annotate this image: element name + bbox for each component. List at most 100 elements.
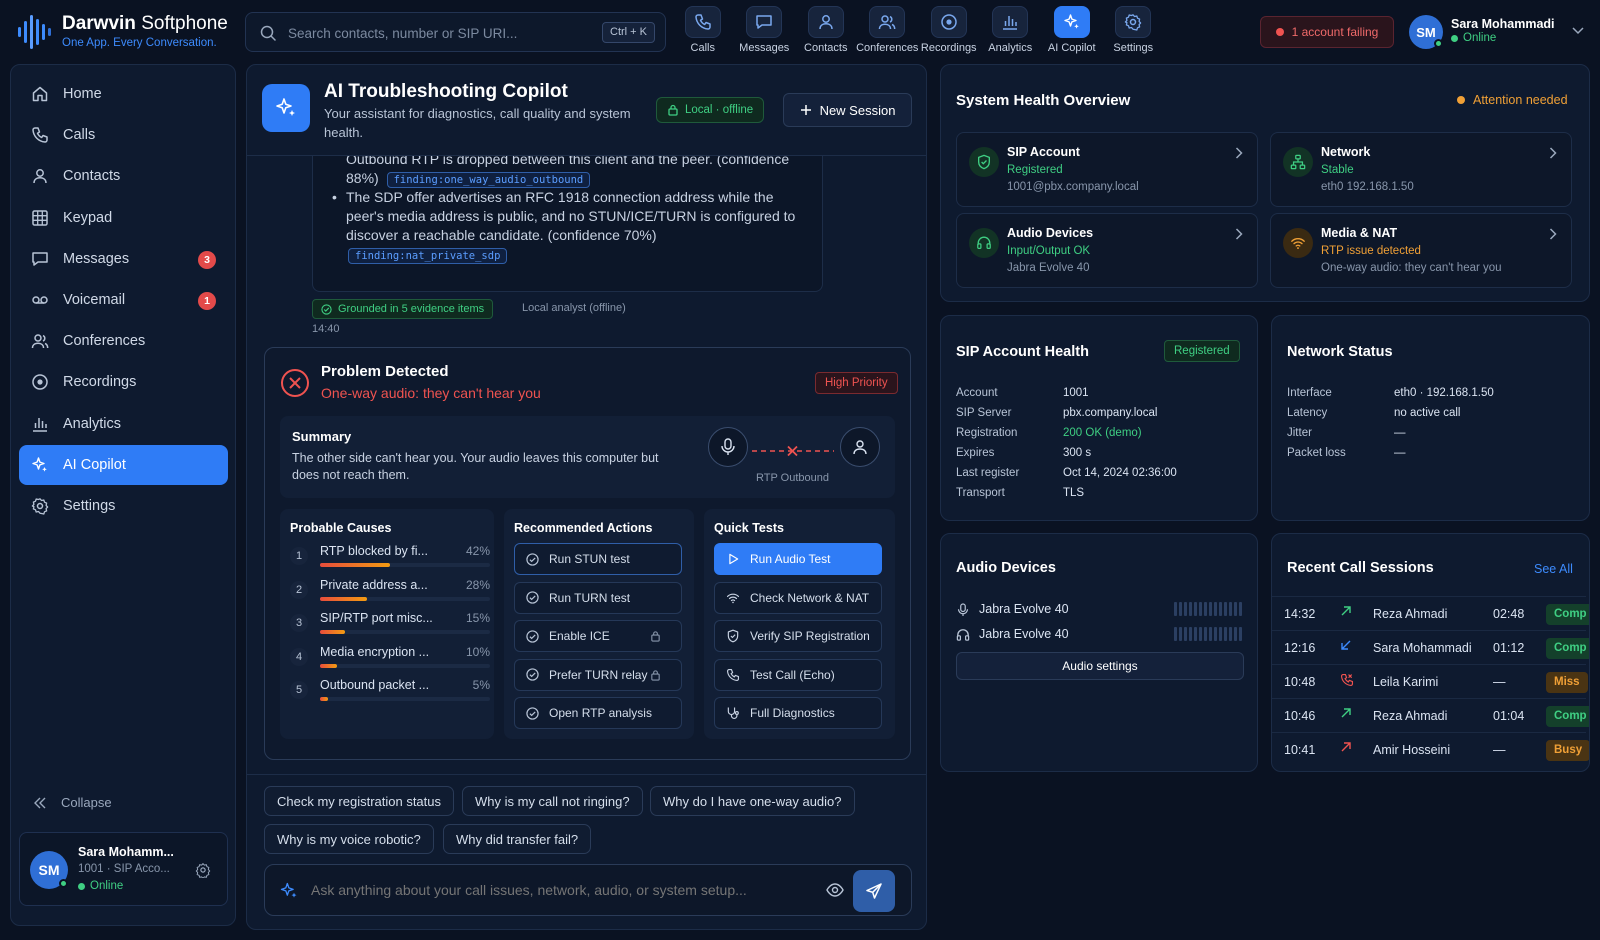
search-icon [260,25,276,41]
call-status-badge: Comp [1546,638,1589,659]
test-test-call-echo-[interactable]: Test Call (Echo) [714,658,882,691]
see-all-link[interactable]: See All [1534,562,1573,576]
action-run-stun-test[interactable]: Run STUN test [514,543,682,575]
global-search[interactable]: Ctrl + K [245,12,666,52]
topnav-icon-box [1053,6,1090,38]
suggestion-chip[interactable]: Why is my call not ringing? [462,786,643,816]
chat-scroll[interactable]: Outbound RTP is dropped between this cli… [247,156,926,838]
send-button[interactable] [853,870,895,912]
sidebar-item-contacts[interactable]: Contacts [19,156,228,196]
test-full-diagnostics[interactable]: Full Diagnostics [714,697,882,729]
output-level-meter [1174,627,1244,644]
sidebar-item-keypad[interactable]: Keypad [19,198,228,238]
network-value: eth0 · 192.168.1.50 [1394,387,1494,399]
sidebar: Home Calls Contacts Keypad Messages 3 Voicemai… [10,64,236,926]
check-circle-icon [526,552,539,566]
action-label: Prefer TURN relay [549,667,648,682]
cause-percent: 15% [465,611,490,625]
error-circle-icon [280,368,310,398]
sidebar-item-recordings[interactable]: Recordings [19,362,228,402]
action-prefer-turn-relay[interactable]: Prefer TURN relay [514,658,682,691]
health-card-title: Media & NAT [1321,226,1398,240]
meter-segment [1239,602,1242,616]
chat-input[interactable] [311,879,801,901]
collapse-button[interactable]: Collapse [33,795,112,810]
user-card[interactable]: SM Sara Mohamm... 1001 · SIP Acco... Onl… [19,832,228,906]
call-session-row[interactable]: 10:48 Leila Karimi — Miss [1272,664,1588,698]
suggestion-chip[interactable]: Check my registration status [264,786,455,816]
meter-segment [1234,627,1237,641]
call-session-row[interactable]: 14:32 Reza Ahmadi 02:48 Comp [1272,596,1589,630]
sip-row: Transport TLS [956,487,1246,503]
test-run-audio-test[interactable]: Run Audio Test [714,543,882,575]
sip-health-panel: SIP Account Health Registered Account 100… [940,315,1258,521]
sip-row: Registration 200 OK (demo) [956,427,1246,443]
new-session-button[interactable]: New Session [783,93,912,127]
cause-bar [320,663,490,668]
suggestion-chip[interactable]: Why do I have one-way audio? [650,786,855,816]
health-card-audio-devices[interactable]: Audio Devices Input/Output OK Jabra Evolve… [956,213,1258,288]
action-open-rtp-analysis[interactable]: Open RTP analysis [514,697,682,729]
sidebar-item-ai-copilot[interactable]: AI Copilot [19,444,228,485]
topnav-analytics[interactable]: Analytics [980,6,1042,60]
collapse-label: Collapse [61,795,112,810]
sidebar-item-voicemail[interactable]: Voicemail 1 [19,280,228,320]
home-icon [32,86,48,102]
sidebar-item-conferences[interactable]: Conferences [19,321,228,361]
topnav-ai-copilot[interactable]: AI Copilot [1041,6,1103,60]
audio-settings-button[interactable]: Audio settings [956,652,1244,680]
call-session-row[interactable]: 12:16 Sara Mohammadi 01:12 Comp [1272,630,1589,664]
sparkle-icon [276,98,295,116]
cause-percent: 42% [465,544,490,558]
topnav-settings[interactable]: Settings [1103,6,1165,60]
sidebar-item-calls[interactable]: Calls [19,115,228,155]
broken-link-icon [752,445,834,457]
call-session-row[interactable]: 10:41 Amir Hosseini — Busy [1272,732,1589,766]
user-menu[interactable]: SM Sara Mohammadi Online [1409,14,1589,50]
user-status: Online [1451,32,1496,44]
topnav-recordings[interactable]: Recordings [918,6,980,60]
call-status-badge: Comp [1546,706,1589,727]
assistant-message: Outbound RTP is dropped between this cli… [312,156,823,292]
call-status-badge: Busy [1546,740,1589,761]
actions-title: Recommended Actions [514,521,653,535]
action-enable-ice[interactable]: Enable ICE [514,620,682,652]
chat-icon [756,15,772,29]
outgoing-call-icon [1341,708,1351,718]
users-icon [879,15,896,30]
cause-bar-fill [320,563,390,567]
test-check-network-nat[interactable]: Check Network & NAT [714,581,882,614]
call-session-row[interactable]: 10:46 Reza Ahmadi 01:04 Comp [1272,698,1589,732]
meter-segment [1234,602,1237,616]
search-input[interactable] [288,22,588,44]
suggestion-chip[interactable]: Why did transfer fail? [443,824,592,854]
health-card-sip-account[interactable]: SIP Account Registered 1001@pbx.company.lo… [956,132,1258,207]
chat-input-box[interactable] [264,864,912,916]
attention-status: Attention needed [1457,93,1568,107]
gear-icon[interactable] [195,862,211,878]
topnav-conferences[interactable]: Conferences [856,6,918,60]
topnav-messages[interactable]: Messages [734,6,796,60]
account-failing-alert[interactable]: 1 account failing [1260,16,1394,48]
sidebar-item-label: AI Copilot [63,456,126,473]
sidebar-item-home[interactable]: Home [19,74,228,114]
topnav-contacts[interactable]: Contacts [795,6,857,60]
topnav-label: Analytics [988,42,1033,54]
suggestion-chip[interactable]: Why is my voice robotic? [264,824,434,854]
cause-item: 5 Outbound packet ... 5% [290,678,490,710]
sidebar-item-analytics[interactable]: Analytics [19,404,228,444]
cause-bar-fill [320,630,345,634]
network-row: Packet loss — [1287,447,1577,463]
action-run-turn-test[interactable]: Run TURN test [514,581,682,614]
test-verify-sip-registration[interactable]: Verify SIP Registration [714,620,882,652]
eye-icon[interactable] [826,883,844,897]
topnav-calls[interactable]: Calls [672,6,734,60]
sip-row: Expires 300 s [956,447,1246,463]
network-key: Latency [1287,407,1328,419]
sidebar-item-settings[interactable]: Settings [19,486,228,526]
sidebar-item-messages[interactable]: Messages 3 [19,239,228,279]
health-card-media-nat[interactable]: Media & NAT RTP issue detected One-way aud… [1270,213,1572,288]
copilot-panel: AI Troubleshooting Copilot Your assistan… [246,64,927,930]
health-card-network[interactable]: Network Stable eth0 192.168.1.50 [1270,132,1572,207]
message-line: 88%) finding:one_way_audio_outbound [346,170,591,188]
